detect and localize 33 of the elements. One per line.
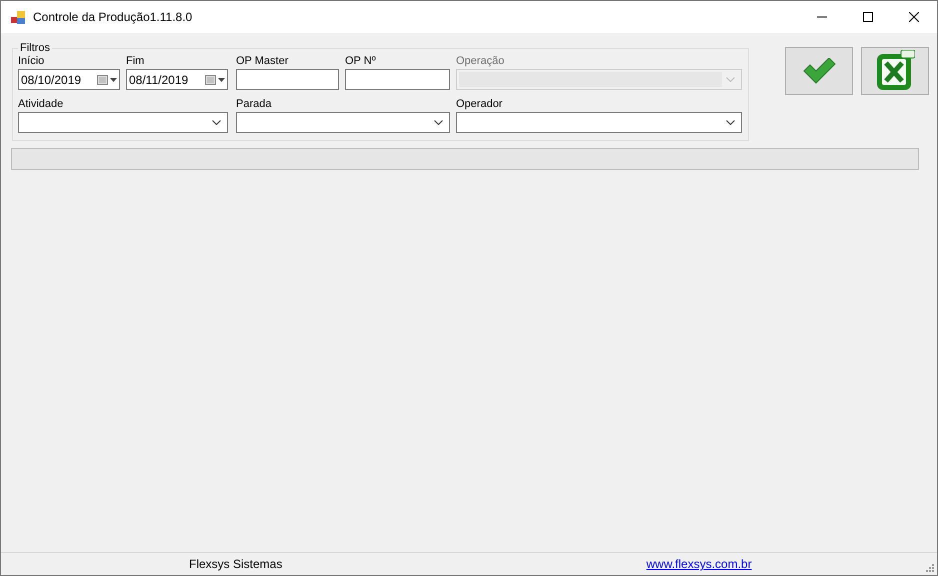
dropdown[interactable] [456, 112, 742, 133]
website-link[interactable]: www.flexsys.com.br [646, 557, 752, 571]
app-icon [11, 10, 25, 24]
dropdown[interactable] [18, 112, 228, 133]
text-field[interactable] [345, 69, 450, 90]
dropdown[interactable] [236, 112, 450, 133]
field-label: Fim [126, 54, 146, 68]
date-picker[interactable]: 08/10/2019 [18, 69, 120, 90]
calendar-dropdown-icon[interactable] [97, 74, 119, 86]
field-label: Operador [456, 97, 504, 111]
chevron-down-icon [726, 120, 735, 125]
window-title: Controle da Produção1.11.8.0 [33, 10, 192, 24]
field-label: Início [18, 54, 46, 68]
checkmark-icon [802, 58, 836, 84]
field-label: Operação [456, 54, 506, 68]
maximize-icon [863, 12, 873, 22]
excel-export-button[interactable] [861, 47, 929, 95]
confirm-button[interactable] [785, 47, 853, 95]
close-icon [909, 12, 919, 22]
calendar-dropdown-icon[interactable] [205, 74, 227, 86]
date-picker[interactable]: 08/11/2019 [126, 69, 228, 90]
text-field[interactable] [236, 69, 339, 90]
chevron-down-icon [212, 120, 221, 125]
field-label: Atividade [18, 97, 64, 111]
company-name: Flexsys Sistemas [189, 557, 282, 571]
chevron-down-icon [726, 77, 735, 82]
spreadsheet-icon [875, 50, 915, 92]
field-label: OP Nº [345, 54, 377, 68]
chevron-down-icon [434, 120, 443, 125]
resize-grip-icon[interactable] [925, 563, 934, 572]
group-title: Filtros [19, 42, 51, 54]
field-label: Parada [236, 97, 272, 111]
field-label: OP Master [236, 54, 290, 68]
